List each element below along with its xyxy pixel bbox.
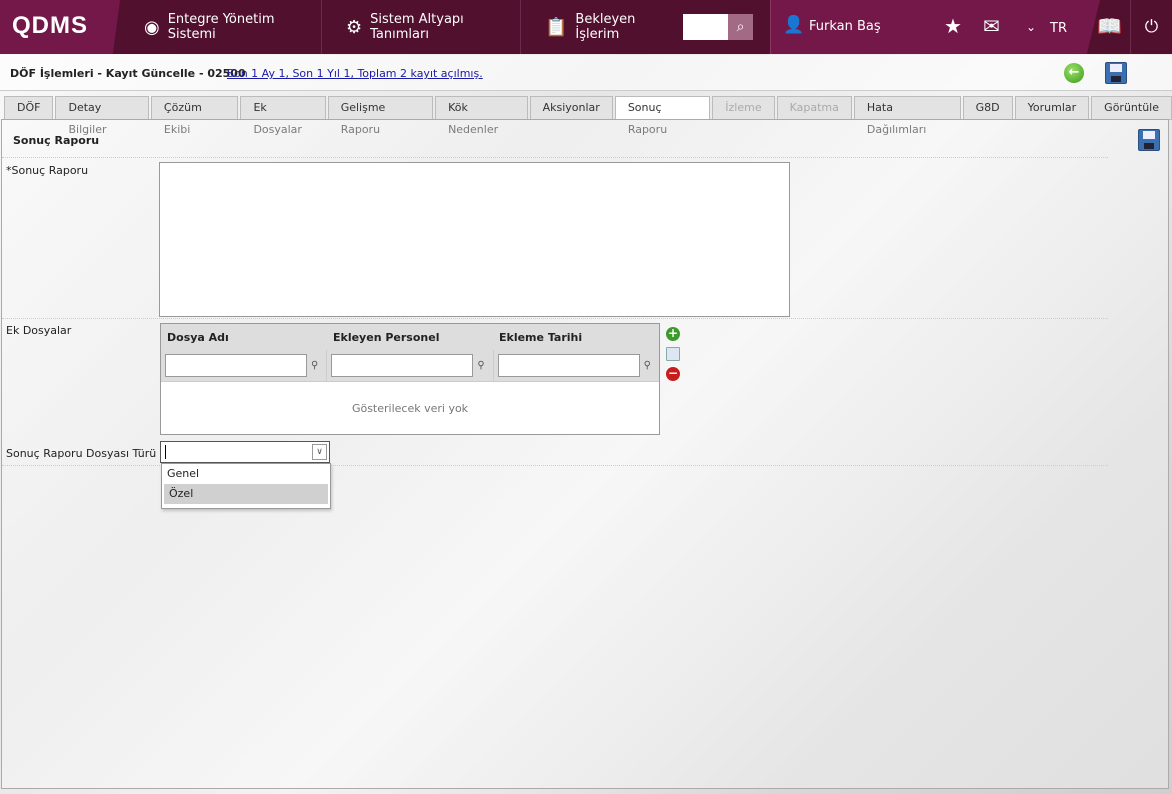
- search-box: ⌕: [683, 14, 753, 40]
- tab-kapatma: Kapatma: [776, 96, 852, 120]
- tab-ek-dosyalar[interactable]: Ek Dosyalar: [240, 96, 326, 136]
- tab-dof[interactable]: DÖF: [4, 96, 54, 120]
- divider: [2, 318, 1108, 319]
- search-input[interactable]: [683, 14, 728, 40]
- language-selector[interactable]: TR: [1050, 21, 1067, 36]
- user-name[interactable]: Furkan Baş: [809, 19, 881, 34]
- star-icon[interactable]: ★: [944, 14, 962, 38]
- option-ozel[interactable]: Özel: [164, 484, 328, 504]
- filter-icon[interactable]: ⚲: [644, 360, 651, 371]
- tab-hata-dagilimlari[interactable]: Hata Dağılımları: [853, 96, 961, 136]
- remove-icon[interactable]: −: [666, 367, 680, 381]
- chevron-down-icon[interactable]: ⌄: [1026, 20, 1036, 34]
- filter-ekleyen-personel[interactable]: [331, 354, 474, 377]
- back-icon[interactable]: ←: [1064, 63, 1084, 83]
- page-title: DÖF İşlemleri - Kayıt Güncelle - 02500: [10, 67, 246, 80]
- toolbar: DÖF İşlemleri - Kayıt Güncelle - 02500 S…: [0, 55, 1172, 91]
- tab-yorumlar[interactable]: Yorumlar: [1014, 96, 1090, 120]
- filter-ekleme-tarihi[interactable]: [497, 354, 640, 377]
- files-label: Ek Dosyalar: [6, 324, 72, 337]
- panel-title: Sonuç Raporu: [13, 134, 100, 147]
- tab-bar: DÖF Detay Bilgiler Çözüm Ekibi Ek Dosyal…: [4, 96, 1172, 136]
- tab-aksiyonlar[interactable]: Aksiyonlar: [529, 96, 613, 120]
- column-header-ekleme-tarihi[interactable]: Ekleme Tarihi: [493, 324, 659, 350]
- save-icon[interactable]: [1105, 62, 1127, 84]
- nav-entegre-yonetim[interactable]: ◉ Entegre Yönetim Sistemi: [120, 0, 322, 54]
- column-header-ekleyen-personel[interactable]: Ekleyen Personel: [327, 324, 493, 350]
- report-label: *Sonuç Raporu: [6, 164, 89, 177]
- tab-gelisme-raporu[interactable]: Gelişme Raporu: [327, 96, 434, 136]
- tab-kok-nedenler[interactable]: Kök Nedenler: [435, 96, 528, 136]
- file-type-dropdown: Genel Özel: [161, 463, 331, 509]
- nav-label: Sistem Altyapı Tanımları: [370, 12, 464, 42]
- tab-detay-bilgiler[interactable]: Detay Bilgiler: [55, 96, 149, 136]
- nav-bekleyen-islerim[interactable]: 📋 Bekleyen İşlerim: [521, 0, 681, 54]
- filter-dosya-adi[interactable]: [165, 354, 307, 377]
- filter-icon[interactable]: ⚲: [311, 360, 318, 371]
- gear-icon: ⚙: [346, 16, 363, 38]
- empty-message: Gösterilecek veri yok: [351, 402, 469, 415]
- manual-icon[interactable]: 📖: [1097, 14, 1122, 38]
- nav-label: Entegre Yönetim Sistemi: [167, 12, 275, 42]
- divider: [2, 157, 1108, 158]
- sonuc-raporu-panel: Sonuç Raporu *Sonuç Raporu Ek Dosyalar D…: [1, 119, 1169, 789]
- tab-cozum-ekibi[interactable]: Çözüm Ekibi: [150, 96, 239, 136]
- option-genel[interactable]: Genel: [162, 464, 330, 484]
- clipboard-icon: 📋: [545, 16, 568, 38]
- file-type-select[interactable]: ∨: [160, 441, 330, 463]
- user-icon: 👤: [783, 15, 805, 35]
- search-icon[interactable]: ⌕: [728, 14, 753, 40]
- top-header: QDMS ◉ Entegre Yönetim Sistemi ⚙ Sistem Al…: [0, 0, 1172, 54]
- add-icon[interactable]: +: [666, 327, 680, 341]
- report-textarea[interactable]: [159, 162, 790, 317]
- logo[interactable]: QDMS: [0, 0, 120, 54]
- tab-g8d[interactable]: G8D: [962, 96, 1013, 120]
- qdms-icon: ◉: [144, 16, 160, 38]
- chevron-down-icon[interactable]: ∨: [312, 444, 327, 460]
- tab-sonuc-raporu[interactable]: Sonuç Raporu: [614, 96, 711, 136]
- tab-goruntule[interactable]: Görüntüle: [1091, 96, 1172, 120]
- document-icon[interactable]: [666, 347, 680, 361]
- panel-save-icon[interactable]: [1138, 129, 1160, 151]
- nav-sistem-altyapi[interactable]: ⚙ Sistem Altyapı Tanımları: [322, 0, 521, 54]
- mail-icon[interactable]: ✉: [983, 14, 1000, 38]
- power-icon[interactable]: ⏻: [1130, 0, 1172, 54]
- files-grid: Dosya Adı Ekleyen Personel Ekleme Tarihi…: [160, 323, 660, 435]
- filter-icon[interactable]: ⚲: [477, 360, 484, 371]
- file-type-label: Sonuç Raporu Dosyası Türü: [6, 447, 157, 460]
- nav-label: Bekleyen İşlerim: [575, 12, 636, 42]
- record-summary-link[interactable]: Son 1 Ay 1, Son 1 Yıl 1, Toplam 2 kayıt …: [227, 67, 483, 80]
- tab-izleme: İzleme: [712, 96, 775, 120]
- column-header-dosya-adi[interactable]: Dosya Adı: [161, 324, 327, 350]
